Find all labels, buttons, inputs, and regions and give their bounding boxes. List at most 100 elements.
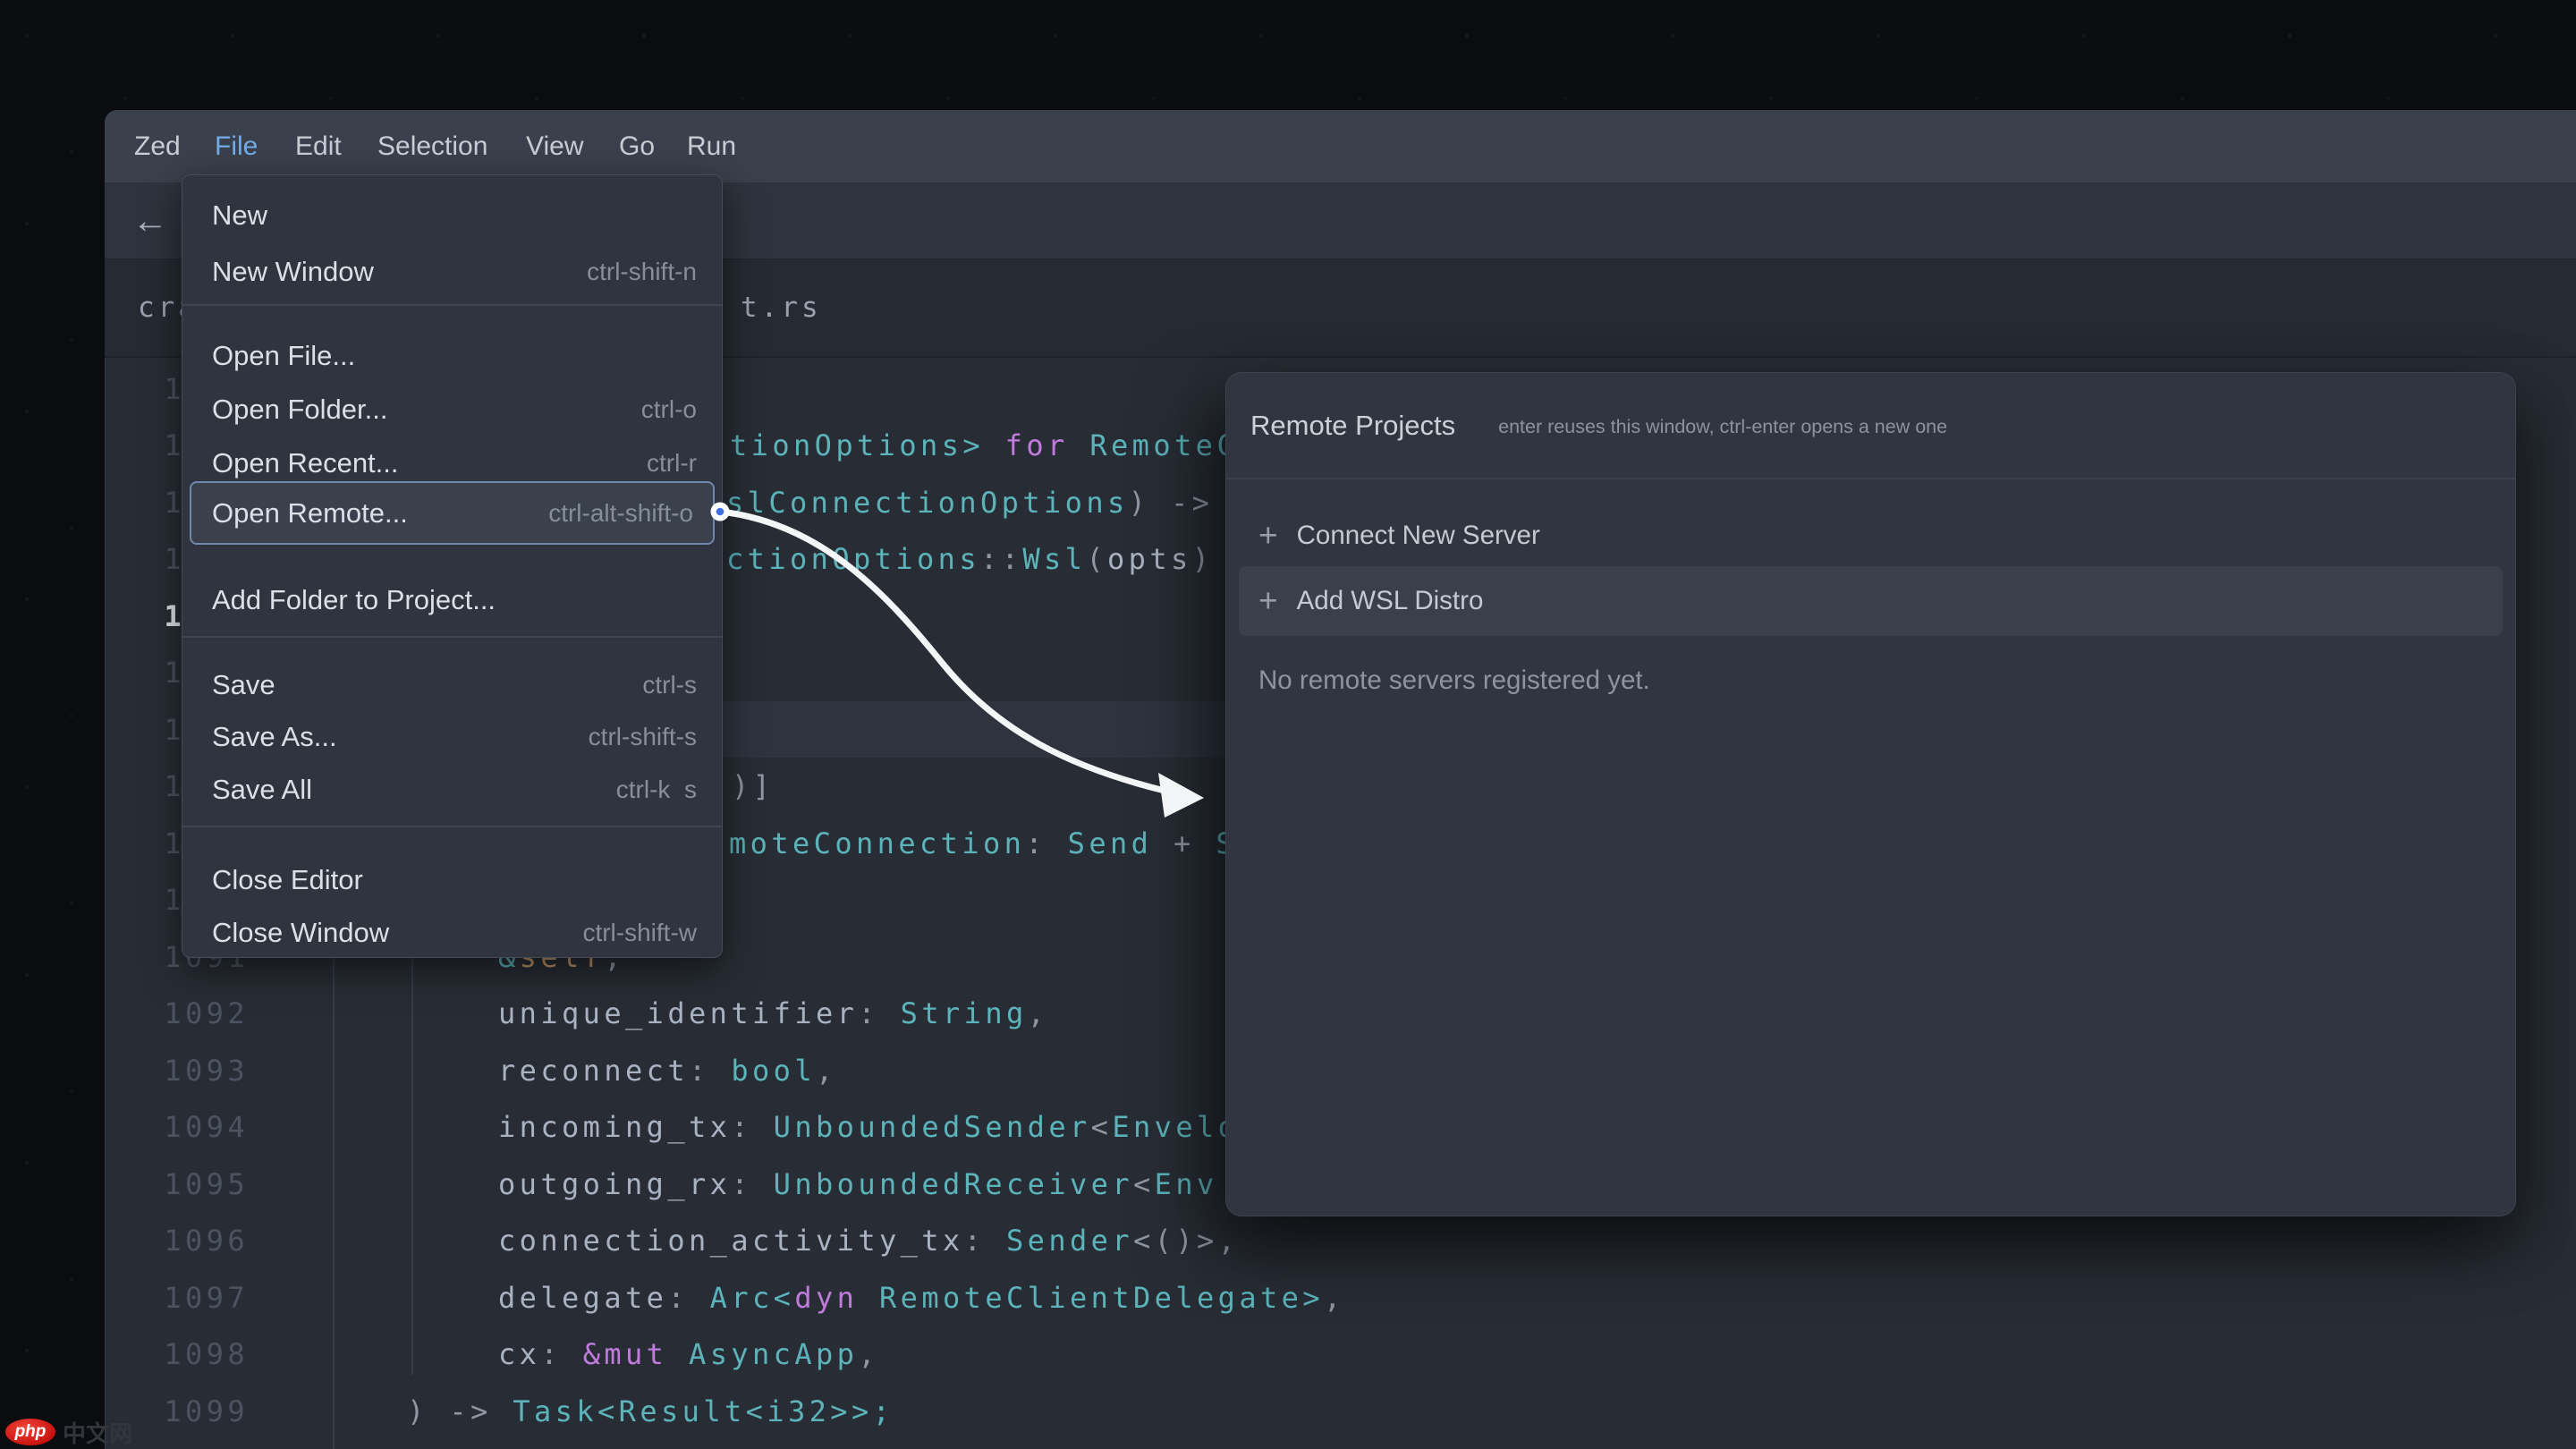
menu-item-save[interactable]: Savectrl-s [182,657,722,713]
code-line[interactable]: delegate: Arc<dyn RemoteClientDelegate>, [498,1269,1345,1326]
code-token: unique_identifier [498,996,858,1030]
dialog-separator [1226,478,2515,479]
code-token: incoming_tx [498,1110,731,1144]
code-line[interactable]: tionOptions> for RemoteC [730,417,1238,474]
code-line[interactable]: outgoing_rx: UnboundedReceiver<Env [498,1156,1218,1213]
menubar-item-file[interactable]: File [215,110,258,182]
line-number: 1099 [164,1383,249,1440]
code-token: for [1005,428,1069,462]
code-token: reconnect [498,1054,689,1088]
menu-item-label: Open Recent... [212,447,399,479]
code-line[interactable]: moteConnection: Send + S [729,815,1237,872]
menu-item-label: Add Folder to Project... [212,584,496,616]
menu-item-save-all[interactable]: Save Allctrl-k s [182,762,722,818]
code-token: slConnectionOptions [726,486,1129,520]
code-token: : [964,1224,1006,1258]
code-line[interactable]: connection_activity_tx: Sender<()>, [498,1212,1239,1269]
code-line[interactable]: incoming_tx: UnboundedSender<Envelo [498,1098,1239,1156]
menu-item-new-window[interactable]: New Window ctrl-shift-n [182,244,722,300]
menu-item-new[interactable]: New [182,188,722,243]
zed-editor-screenshot: Zed File Edit Selection View Go Run ← cr… [0,0,2576,1449]
code-line[interactable]: )] [732,758,774,815]
add-wsl-distro-button[interactable]: + Add WSL Distro [1239,566,2503,636]
menu-item-close-editor[interactable]: Close Editor [182,852,722,908]
code-token: ) [1192,542,1214,576]
line-number: 1096 [164,1212,249,1269]
menubar-item-edit[interactable]: Edit [295,110,342,182]
code-token: )] [732,769,774,803]
code-token: , [1324,1281,1345,1315]
line-number: 1098 [164,1326,249,1383]
menu-separator [182,636,722,638]
menu-item-open-remote[interactable]: Open Remote...ctrl-alt-shift-o [190,481,715,545]
file-menu-dropdown: New New Window ctrl-shift-n Open File... Ope… [182,174,723,958]
code-token: Task<Result<i32>>; [513,1394,894,1428]
menu-separator [182,304,722,306]
menu-item-label: Save As... [212,721,337,753]
menubar-item-selection[interactable]: Selection [377,110,487,182]
code-token: , [1028,996,1049,1030]
menu-item-save-as[interactable]: Save As... ctrl-shift-s [182,709,722,765]
code-token: UnboundedSender [774,1110,1091,1144]
code-line[interactable]: reconnect: bool, [498,1042,837,1099]
menu-item-shortcut: ctrl-shift-n [587,258,697,286]
code-token: : [858,996,900,1030]
code-token: < [1091,1110,1113,1144]
menu-item-label: New Window [212,256,374,288]
menu-item-label: New [212,199,267,232]
empty-state-text: No remote servers registered yet. [1258,665,1650,696]
menu-separator [182,826,722,827]
code-token: delegate [498,1281,667,1315]
code-token: Arc< [710,1281,795,1315]
code-token: <()>, [1133,1224,1239,1258]
menubar-item-go[interactable]: Go [619,110,655,182]
add-wsl-distro-label: Add WSL Distro [1297,586,1484,616]
menu-item-label: Close Window [212,917,389,949]
code-line[interactable]: ctionOptions::Wsl(opts) [726,530,1213,588]
line-number: 1095 [164,1156,249,1213]
menu-item-shortcut: ctrl-shift-s [589,723,697,751]
menu-item-close-window[interactable]: Close Window ctrl-shift-w [182,905,722,961]
menubar-item-run[interactable]: Run [687,110,736,182]
line-number: 1097 [164,1269,249,1326]
code-line[interactable]: ) -> Task<Result<i32>>; [407,1383,894,1440]
code-token: :: [980,542,1022,576]
code-token: : [1025,826,1067,860]
code-token: Sender [1006,1224,1133,1258]
connect-new-server-button[interactable]: + Connect New Server [1226,509,2515,563]
menu-item-shortcut: ctrl-shift-w [582,919,697,947]
code-line[interactable]: cx: &mut AsyncApp, [498,1326,879,1383]
breadcrumb-path-end: t.rs [741,259,822,356]
menu-item-label: Open Remote... [212,497,408,530]
menu-item-shortcut: ctrl-o [641,395,697,424]
code-token: : [731,1110,773,1144]
code-line[interactable]: slConnectionOptions) -> [726,474,1213,531]
code-token: cx [498,1337,540,1371]
menu-item-open-file[interactable]: Open File... [182,328,722,384]
code-token: RemoteC [1069,428,1238,462]
menubar-item-zed[interactable]: Zed [134,110,181,182]
code-line[interactable]: unique_identifier: String, [498,985,1048,1042]
dialog-title: Remote Projects [1250,410,1455,442]
line-number: 1092 [164,985,249,1042]
code-token: Send [1068,826,1153,860]
code-token: ( [1086,542,1107,576]
menu-item-add-folder-to-project[interactable]: Add Folder to Project... [182,572,722,628]
code-token: : [689,1054,731,1088]
code-token: dyn [794,1281,858,1315]
code-token: moteConnection [729,826,1025,860]
code-token: Wsl [1022,542,1086,576]
code-token: ctionOptions [726,542,980,576]
code-token: RemoteClientDelegate> [858,1281,1324,1315]
code-token: Env [1155,1167,1218,1201]
menu-item-open-folder[interactable]: Open Folder...ctrl-o [182,382,722,437]
navigate-back-icon[interactable]: ← [131,185,170,257]
menubar-item-view[interactable]: View [526,110,583,182]
code-token: Envelo [1112,1110,1239,1144]
code-token: + [1152,826,1216,860]
menu-item-label: Open File... [212,340,355,372]
connect-new-server-label: Connect New Server [1297,521,1540,551]
code-token: : [667,1281,709,1315]
code-token: ) -> [407,1394,513,1428]
dialog-header: Remote Projects enter reuses this window… [1226,373,2515,478]
